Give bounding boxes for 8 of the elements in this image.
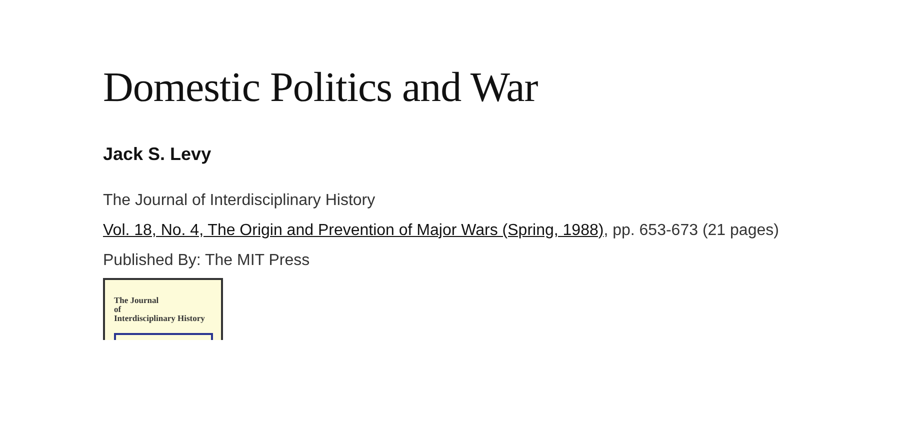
journal-name: The Journal of Interdisciplinary History [103, 191, 376, 211]
author-name: Jack S. Levy [103, 143, 212, 166]
article-title: Domestic Politics and War [103, 64, 539, 113]
journal-cover[interactable]: The Journal of Interdisciplinary History [103, 278, 223, 340]
issue-link[interactable]: Vol. 18, No. 4, The Origin and Prevention of Major Wars (Spring, 1988) [103, 222, 604, 239]
publisher: Published By: The MIT Press [103, 251, 311, 271]
page-range: , pp. 653-673 (21 pages) [604, 222, 779, 239]
cover-title: The Journal of Interdisciplinary History [114, 296, 206, 323]
